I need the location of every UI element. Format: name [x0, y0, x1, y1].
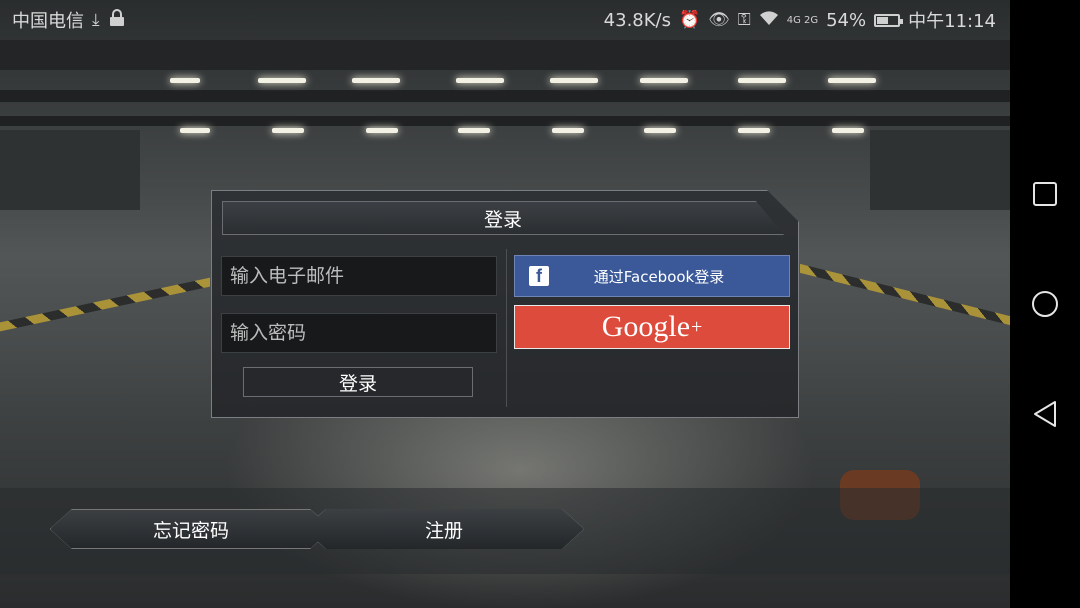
login-dialog: 登录 登录 f 通过Facebook登录 Google+ — [211, 190, 799, 418]
battery-percent: 54% — [826, 9, 867, 31]
download-icon: ⤓ — [92, 10, 100, 30]
net-speed: 43.8K/s — [603, 9, 671, 31]
signal-icon: 4G 2G — [786, 14, 819, 26]
login-button[interactable]: 登录 — [243, 367, 473, 397]
key-icon: ⚿ — [737, 10, 751, 30]
wifi-icon — [759, 10, 779, 31]
lock-icon — [108, 8, 126, 32]
dialog-title-bar: 登录 — [222, 201, 784, 235]
circle-icon — [1032, 291, 1058, 317]
eye-icon: 👁 — [708, 10, 730, 30]
google-label: Google — [601, 310, 691, 343]
alarm-icon: ⏰ — [679, 10, 701, 30]
email-input[interactable] — [221, 256, 497, 296]
status-bar: 中国电信 ⤓ 43.8K/s ⏰ 👁 ⚿ 4G 2G 54% 中午11:14 — [0, 0, 1010, 40]
facebook-login-label: 通过Facebook登录 — [593, 267, 725, 286]
navigation-bar — [1010, 0, 1080, 608]
triangle-back-icon — [1034, 401, 1056, 427]
register-label: 注册 — [424, 519, 463, 542]
dialog-title: 登录 — [483, 208, 522, 231]
carrier-label: 中国电信 — [12, 11, 84, 32]
login-button-label: 登录 — [338, 372, 377, 395]
recents-button[interactable] — [1025, 174, 1065, 214]
facebook-icon: f — [529, 266, 549, 286]
home-button[interactable] — [1025, 284, 1065, 324]
clock: 中午11:14 — [908, 11, 996, 32]
password-input[interactable] — [221, 313, 497, 353]
square-icon — [1033, 182, 1057, 206]
register-button[interactable]: 注册 — [304, 509, 584, 549]
google-plus-sign: + — [691, 315, 703, 338]
forgot-password-label: 忘记密码 — [152, 519, 229, 542]
back-button[interactable] — [1025, 394, 1065, 434]
battery-icon — [874, 13, 904, 27]
facebook-login-button[interactable]: f 通过Facebook登录 — [514, 255, 790, 297]
google-plus-login-button[interactable]: Google + — [514, 305, 790, 349]
forgot-password-button[interactable]: 忘记密码 — [50, 509, 332, 549]
dialog-divider — [506, 249, 507, 407]
